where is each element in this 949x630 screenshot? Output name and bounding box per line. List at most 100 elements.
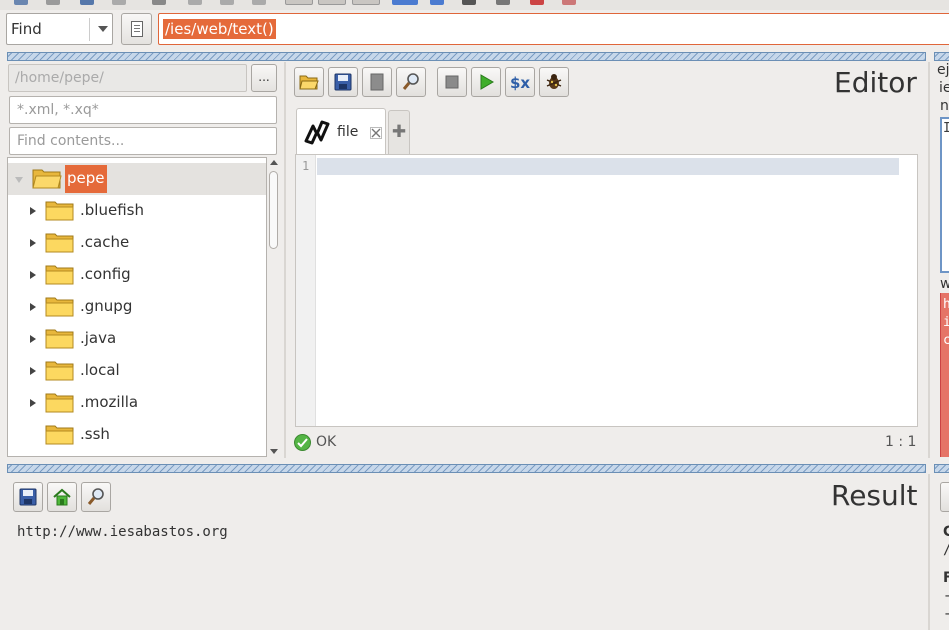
toolbar-icon[interactable] (496, 0, 510, 5)
ok-check-icon (294, 434, 311, 451)
toolbar-icon[interactable] (188, 0, 202, 5)
expander-icon[interactable] (30, 367, 36, 375)
save-button[interactable] (328, 67, 358, 97)
svg-text:$x: $x (510, 74, 530, 92)
browse-button[interactable]: ... (251, 64, 277, 92)
folder-icon (45, 265, 74, 285)
find-contents-input[interactable]: Find contents... (9, 127, 277, 155)
folder-label: .bluefish (80, 201, 144, 219)
home-button[interactable] (47, 482, 77, 512)
debug-button[interactable] (539, 67, 569, 97)
tree-row[interactable]: .mozilla (8, 387, 266, 419)
filter-input[interactable]: *.xml, *.xq* (9, 96, 277, 124)
expander-icon[interactable] (30, 207, 36, 215)
path-input[interactable]: /home/pepe/ (8, 64, 247, 92)
save-result-button[interactable] (13, 482, 43, 512)
folder-icon (45, 297, 74, 317)
stop-icon (445, 75, 459, 89)
toolbar-icon[interactable] (392, 0, 418, 5)
tree-row[interactable]: .config (8, 259, 266, 291)
toolbar-icon[interactable] (14, 0, 28, 5)
top-panel-divider[interactable] (7, 52, 926, 61)
floppy-disk-icon (334, 73, 352, 91)
toolbar-icon[interactable] (318, 0, 346, 5)
combo-separator (89, 18, 90, 41)
variables-button[interactable]: $x (505, 67, 535, 97)
search-result-button[interactable] (81, 482, 111, 512)
right-panel-text: C (943, 524, 949, 540)
stop-button[interactable] (437, 67, 467, 97)
toolbar-icon[interactable] (80, 0, 94, 5)
home-icon (53, 488, 71, 506)
tab-label: file (337, 124, 359, 140)
toolbar-icon[interactable] (530, 0, 544, 5)
folder-label: .config (80, 265, 131, 283)
expander-icon[interactable] (30, 303, 36, 311)
file-tree[interactable]: pepe .bluefish .cache .config .gnupg .ja… (7, 157, 267, 457)
variable-x-icon: $x (510, 74, 530, 92)
scroll-down-icon[interactable] (270, 449, 278, 454)
run-button[interactable] (471, 67, 501, 97)
tab-file[interactable]: file (296, 108, 386, 155)
close-file-button[interactable] (362, 67, 392, 97)
toolbar-icon[interactable] (352, 0, 380, 5)
scroll-up-icon[interactable] (270, 160, 278, 165)
right-panel-text: I (943, 121, 949, 136)
play-icon (480, 74, 494, 90)
result-right-splitter[interactable] (928, 474, 930, 630)
toolbar-icon[interactable] (220, 0, 234, 5)
toolbar-icon[interactable] (430, 0, 444, 5)
path-placeholder: /home/pepe/ (15, 70, 104, 86)
expander-icon[interactable] (30, 271, 36, 279)
chevron-down-icon[interactable] (98, 26, 108, 32)
xpath-expression-input[interactable]: /ies/web/text() (158, 13, 949, 45)
tree-scrollbar[interactable] (268, 157, 280, 457)
tree-row[interactable]: .local (8, 355, 266, 387)
right-result-button[interactable] (940, 482, 949, 512)
folder-label: .cache (80, 233, 130, 251)
toolbar-icon[interactable] (285, 0, 313, 5)
tree-row[interactable]: .bluefish (8, 195, 266, 227)
close-tab-icon[interactable] (370, 127, 382, 139)
expander-icon[interactable] (30, 335, 36, 343)
right-splitter[interactable] (928, 62, 930, 458)
result-panel-divider[interactable] (7, 464, 926, 473)
xquery-file-icon (304, 120, 330, 145)
folder-label: .local (80, 361, 120, 379)
right-result-divider[interactable] (934, 464, 949, 473)
expander-open-icon[interactable] (15, 177, 23, 183)
toolbar-icon[interactable] (252, 0, 266, 5)
left-splitter[interactable] (284, 62, 286, 458)
toolbar-icon[interactable] (46, 0, 60, 5)
bug-icon (546, 74, 562, 89)
toolbar-icon[interactable] (462, 0, 476, 5)
add-tab-button[interactable]: ✚ (388, 110, 410, 155)
tree-row-root[interactable]: pepe (8, 163, 266, 195)
expander-icon[interactable] (30, 399, 36, 407)
tree-row[interactable]: .gnupg (8, 291, 266, 323)
folder-icon (45, 425, 74, 445)
right-panel-text: i (943, 315, 949, 330)
find-mode-select[interactable]: Find (6, 13, 113, 45)
tree-row[interactable]: .ssh (8, 419, 266, 451)
right-input-box[interactable]: I (940, 117, 949, 273)
tree-row[interactable]: .cache (8, 227, 266, 259)
tree-row[interactable]: .java (8, 323, 266, 355)
toolbar-icon[interactable] (562, 0, 576, 5)
search-button[interactable] (396, 67, 426, 97)
code-editor[interactable]: 1 (295, 154, 918, 427)
right-panel-text: - (943, 606, 949, 622)
toolbar-icon[interactable] (112, 0, 126, 5)
right-panel-text: - (943, 588, 949, 604)
scroll-thumb[interactable] (269, 171, 278, 249)
toolbar-icon[interactable] (152, 0, 166, 5)
find-mode-label: Find (11, 20, 42, 38)
right-panel-divider[interactable] (934, 52, 949, 61)
open-file-button[interactable] (294, 67, 324, 97)
folder-label: .ssh (80, 425, 110, 443)
document-gray-icon (370, 73, 384, 91)
document-button[interactable] (121, 13, 152, 45)
expander-icon[interactable] (30, 239, 36, 247)
line-gutter: 1 (296, 155, 316, 426)
editor-title: Editor (834, 66, 917, 99)
